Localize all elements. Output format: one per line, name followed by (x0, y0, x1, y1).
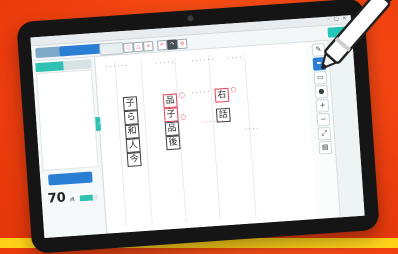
redo-icon[interactable]: ↷ (166, 39, 178, 50)
answer-box[interactable]: 今 (126, 152, 142, 168)
settings-icon[interactable]: ⚙ (176, 38, 188, 50)
rule-line (114, 61, 127, 227)
cross-mark-icon[interactable]: × (142, 40, 154, 52)
score-unit: 点 (69, 196, 76, 204)
criteria-list (35, 69, 99, 171)
handwritten-comment: ・・・・・ (190, 89, 211, 96)
zoom-in-icon[interactable]: + (315, 98, 330, 113)
correct-mark: ○ (180, 112, 187, 122)
rule-line (140, 59, 153, 225)
toolbar-button-d[interactable] (99, 42, 124, 56)
tablet-device: – □ × ○ △ × ↶ ↷ ⚙ › 70 点 ・・・・・・ ・・・・・ ・・… (16, 0, 380, 254)
zoom-out-icon[interactable]: − (316, 112, 331, 127)
answer-box[interactable]: 後 (165, 135, 181, 151)
answer-box[interactable]: ら (123, 110, 139, 126)
handwritten-comment: ・・・・ (243, 125, 260, 132)
triangle-mark-icon[interactable]: △ (133, 41, 144, 53)
correct-mark: ○ (178, 90, 186, 100)
answer-sheet[interactable]: ・・・・・・ ・・・・・ ・・・・・・ ・・・・ 子 ら 和 人 今 品 子 品… (95, 42, 317, 234)
minimize-icon[interactable]: – (326, 17, 331, 23)
question-text: ・・・・・ (154, 59, 175, 66)
question-text: ・・・・・・ (104, 62, 129, 70)
score-button[interactable] (48, 171, 93, 186)
answer-box[interactable]: 品 (162, 93, 178, 109)
eraser-icon[interactable]: ▭ (313, 70, 328, 85)
rule-line (243, 52, 257, 218)
answer-box[interactable]: 和 (124, 124, 140, 140)
fit-icon[interactable]: ⤢ (317, 126, 332, 141)
answer-box[interactable]: 品 (164, 121, 180, 137)
app-screen: – □ × ○ △ × ↶ ↷ ⚙ › 70 点 ・・・・・・ ・・・・・ ・・… (30, 15, 365, 238)
score-display: 70 点 (45, 188, 100, 208)
page-icon[interactable]: ▤ (318, 140, 333, 155)
question-text: ・・・・・・ (190, 56, 215, 64)
score-value: 70 (47, 190, 67, 207)
score-progress-fill (79, 194, 93, 202)
maximize-icon[interactable]: □ (334, 16, 339, 22)
question-text: ・・・・ (226, 54, 243, 61)
rule-line (208, 55, 221, 220)
undo-icon[interactable]: ↶ (156, 39, 168, 51)
stamp-icon[interactable]: ● (314, 84, 329, 99)
answer-box[interactable]: 人 (125, 138, 141, 154)
correct-mark: ○ (230, 85, 237, 94)
toolbar-button-a[interactable] (35, 46, 62, 59)
circle-mark-icon[interactable]: ○ (123, 42, 134, 54)
answer-box[interactable]: 右 (214, 87, 230, 103)
grading-panel: › 70 点 (32, 57, 108, 238)
camera-icon (187, 15, 194, 22)
answer-box[interactable]: 子 (122, 96, 138, 112)
answer-box[interactable]: 子 (163, 107, 179, 123)
handwritten-comment: ・・・・・・ (201, 118, 225, 125)
score-progress-bar (79, 194, 98, 202)
